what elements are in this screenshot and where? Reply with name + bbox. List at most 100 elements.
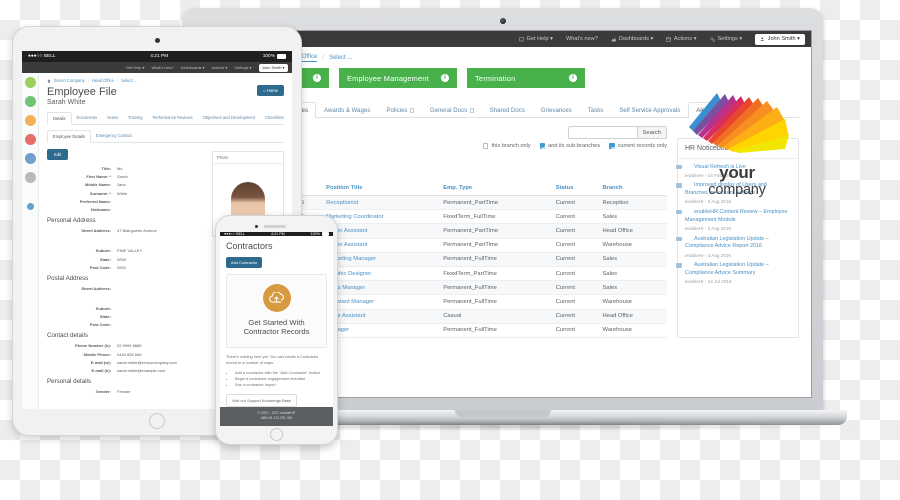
cell-position[interactable]: Marketing Coordinator xyxy=(323,209,441,225)
field-value: 02 9999 8888 xyxy=(117,343,142,349)
tablet-breadcrumb-select[interactable]: Select ... xyxy=(121,78,137,83)
tab-self-service-approvals[interactable]: Self Service Approvals xyxy=(611,102,688,118)
nav-actions-label: Actions ▾ xyxy=(673,36,697,42)
phone-home-button-hw[interactable] xyxy=(270,428,283,441)
sidebar-icon-volunteers[interactable] xyxy=(24,134,36,145)
cell-position[interactable]: Sales Assistant xyxy=(323,309,441,324)
filter-current-records-only[interactable]: current records only xyxy=(609,143,667,149)
tab-label: Shared Docs xyxy=(489,107,525,114)
tablet-nav-dashboards[interactable]: Dashboards ▾ xyxy=(181,65,205,70)
tablet-edit-button[interactable]: Edit xyxy=(47,149,69,160)
cell-position[interactable]: Marketing Manager xyxy=(323,252,441,267)
user-menu[interactable]: John Smith ▾ xyxy=(755,33,805,45)
tablet-subtab-employee-details[interactable]: Employee Details xyxy=(47,130,91,143)
tab-awards-wages[interactable]: Awards & Wages xyxy=(316,102,378,118)
sidebar-icon-logo[interactable] xyxy=(24,77,36,88)
tablet-subtab-emergency-contact[interactable]: Emergency Contact xyxy=(91,130,137,142)
cell-position[interactable]: Admin Assistant xyxy=(323,238,441,253)
field-value: 0444 555 666 xyxy=(117,351,142,357)
tablet-clock: 4:21 PM xyxy=(150,54,169,59)
column-branch[interactable]: Branch xyxy=(599,181,667,196)
tab-tasks[interactable]: Tasks xyxy=(580,102,612,118)
sidebar-icon-employees[interactable] xyxy=(24,96,36,107)
cell-emp-type: FixedTerm_FullTime xyxy=(440,209,553,225)
info-icon[interactable]: i xyxy=(313,74,321,82)
cell-position[interactable]: Sales Manager xyxy=(323,280,441,296)
tablet-user-menu[interactable]: John Smith ▾ xyxy=(258,63,288,72)
tablet-nav-actions[interactable]: Actions ▾ xyxy=(212,65,228,70)
tablet-nav-get-help[interactable]: Get Help ▾ xyxy=(126,65,144,70)
sidebar-icon-contractors[interactable] xyxy=(24,115,36,126)
tablet-home-button[interactable]: ⌂ Home xyxy=(257,85,284,96)
cell-position[interactable]: Admin Assistant xyxy=(323,223,441,239)
checkbox[interactable] xyxy=(482,143,489,149)
empty-state-paragraph: There's nothing here yet. You can create… xyxy=(226,353,319,365)
sidebar-collapse-icon[interactable] xyxy=(26,203,34,210)
tablet-home-button-hw[interactable] xyxy=(149,413,165,429)
dashboard-icon xyxy=(611,37,616,41)
notice-item[interactable]: Australian Legislation Update – Complian… xyxy=(678,258,798,284)
info-icon[interactable]: i xyxy=(569,74,577,82)
bullet-contractor-import: Run a contractor import xyxy=(235,382,327,388)
tablet-tab-documents[interactable]: Documents xyxy=(72,112,103,124)
tablet-breadcrumb-company[interactable]: Zenco Company xyxy=(54,78,85,83)
breadcrumb-select[interactable]: Select ... xyxy=(329,55,352,61)
filter-this-branch-only[interactable]: this branch only xyxy=(482,143,531,149)
cell-position[interactable]: Manager xyxy=(323,323,441,338)
knowledge-base-button[interactable]: Visit our Support Knowledge Base xyxy=(226,393,297,407)
tablet-tab-objectives[interactable]: Objectives and Development xyxy=(198,112,260,124)
nav-get-help[interactable]: Get Help ▾ xyxy=(519,36,553,42)
column-position-title[interactable]: Position Title xyxy=(323,181,441,196)
sidebar-icon-reports[interactable] xyxy=(24,153,36,164)
notice-item[interactable]: enableHR Content Review – Employee Manag… xyxy=(678,204,798,231)
tablet-nav-settings[interactable]: Settings ▾ xyxy=(234,65,251,70)
tablet-tab-notes[interactable]: Notes xyxy=(102,112,123,124)
module-tab-employee-management[interactable]: Employee Management i xyxy=(339,68,457,88)
cell-status: Current xyxy=(552,323,600,338)
rainbow-fan-icon xyxy=(689,93,789,153)
tab-policies[interactable]: Policies xyxy=(378,102,422,118)
cell-position[interactable]: Assistant Manager xyxy=(323,294,441,310)
tablet-tab-details[interactable]: Details xyxy=(47,112,72,125)
nav-actions[interactable]: Actions ▾ xyxy=(666,36,697,42)
tablet-subtab-row: Employee Details Emergency Contact xyxy=(47,130,284,143)
checkbox[interactable] xyxy=(539,143,546,149)
column-emp-type[interactable]: Emp. Type xyxy=(440,181,553,196)
empty-state-heading: Get Started With Contractor Records xyxy=(232,318,321,337)
field-value: sarah.white@zencocompany.com xyxy=(117,359,177,365)
nav-dashboards[interactable]: Dashboards ▾ xyxy=(611,36,653,42)
tab-shared-docs[interactable]: Shared Docs xyxy=(482,102,533,118)
cell-position[interactable]: Receptionist xyxy=(323,195,441,211)
notice-title[interactable]: Australian Legislation Update – Complian… xyxy=(685,236,791,252)
filter-sub-branches[interactable]: and its sub-branches xyxy=(539,143,600,149)
tablet-nav-whats-new[interactable]: What's new? xyxy=(151,65,173,70)
search-input[interactable] xyxy=(568,127,637,138)
tablet-tab-performance-reviews[interactable]: Performance Reviews xyxy=(148,112,198,124)
search-box[interactable]: Search xyxy=(567,126,667,139)
checkbox[interactable] xyxy=(609,143,615,149)
nav-whats-new[interactable]: What's new? xyxy=(566,36,598,42)
add-contractor-button[interactable]: Add Contractor xyxy=(226,257,263,268)
module-tab-termination[interactable]: Termination i xyxy=(467,68,585,88)
info-icon[interactable]: i xyxy=(441,74,449,82)
tab-general-docs[interactable]: General Docs xyxy=(422,102,482,118)
nav-settings[interactable]: Settings ▾ xyxy=(710,36,742,42)
home-icon[interactable] xyxy=(47,78,51,83)
document-icon xyxy=(410,108,414,113)
notice-title[interactable]: Australian Legislation Update – Complian… xyxy=(685,262,791,278)
tablet-tab-checklists[interactable]: Checklists xyxy=(260,112,289,124)
user-menu-label: John Smith ▾ xyxy=(767,36,800,42)
search-button[interactable]: Search xyxy=(636,127,666,138)
tablet-tab-training[interactable]: Training xyxy=(123,112,148,124)
tablet-tab-alerts[interactable]: Alerts xyxy=(289,112,292,124)
notice-title[interactable]: enableHR Content Review – Employee Manag… xyxy=(685,209,791,225)
column-status[interactable]: Status xyxy=(552,181,600,196)
tab-grievances[interactable]: Grievances xyxy=(533,102,580,118)
tab-label: Policies xyxy=(386,107,408,114)
sidebar-icon-library[interactable] xyxy=(24,172,36,183)
phone-device: ●●●○○ BELL 4:21 PM 100% Contractors Add … xyxy=(215,215,338,445)
notice-item[interactable]: Australian Legislation Update – Complian… xyxy=(678,231,798,258)
field-value: 47 Blairgowrie Avenue xyxy=(117,227,157,233)
cell-position[interactable]: Graphic Designer xyxy=(323,266,441,282)
tablet-breadcrumb-branch[interactable]: Head Office xyxy=(92,78,114,83)
